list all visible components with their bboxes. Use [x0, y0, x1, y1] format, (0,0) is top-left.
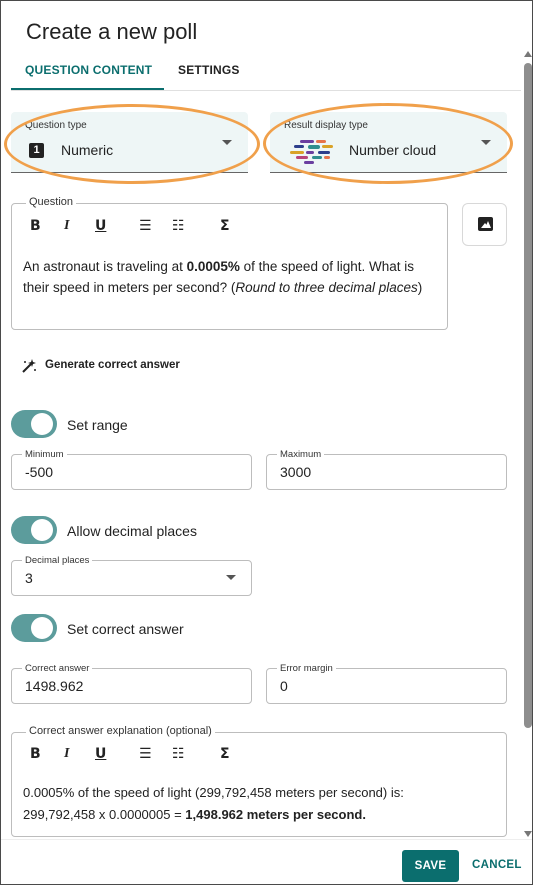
number-cloud-icon — [290, 140, 333, 164]
numbered-list-icon[interactable]: ☷ — [172, 746, 185, 762]
result-display-label: Result display type — [284, 120, 368, 131]
add-image-button[interactable] — [462, 203, 507, 246]
explanation-editor[interactable]: Correct answer explanation (optional) B … — [11, 725, 507, 837]
toggle-knob — [31, 413, 53, 435]
maximum-field[interactable]: Maximum 3000 — [266, 449, 507, 490]
decimal-places-label: Decimal places — [22, 555, 93, 566]
numbered-list-icon[interactable]: ☷ — [172, 218, 185, 234]
save-button[interactable]: SAVE — [402, 850, 459, 882]
correct-answer-value: 1498.962 — [25, 678, 84, 694]
set-range-toggle[interactable] — [11, 410, 57, 438]
question-type-value: Numeric — [61, 142, 114, 158]
question-text[interactable]: An astronaut is traveling at 0.0005% of … — [23, 256, 435, 298]
equation-icon[interactable]: Σ — [220, 218, 230, 234]
set-range-label: Set range — [67, 417, 128, 433]
bold-icon[interactable]: B — [30, 746, 41, 762]
scroll-down-arrow-icon[interactable] — [524, 831, 532, 837]
underline-icon[interactable]: U — [95, 746, 106, 762]
italic-icon[interactable]: I — [64, 218, 69, 234]
set-correct-toggle[interactable] — [11, 614, 57, 642]
minimum-label: Minimum — [22, 449, 67, 460]
error-margin-field[interactable]: Error margin 0 — [266, 663, 507, 704]
image-icon — [478, 217, 493, 231]
question-toolbar: B I U ☰ ☷ Σ — [12, 204, 447, 234]
decimal-places-select[interactable]: Decimal places 3 — [11, 555, 252, 596]
italic-icon[interactable]: I — [64, 746, 69, 762]
tab-question-content[interactable]: QUESTION CONTENT — [25, 63, 152, 77]
maximum-value: 3000 — [280, 464, 312, 480]
question-editor[interactable]: Question B I U ☰ ☷ Σ An astronaut is tra… — [11, 196, 448, 330]
minimum-field[interactable]: Minimum -500 — [11, 449, 252, 490]
poll-dialog: Create a new poll QUESTION CONTENT SETTI… — [0, 0, 533, 885]
number-1-icon: 1 — [29, 143, 44, 158]
maximum-label: Maximum — [277, 449, 325, 460]
magic-wand-icon — [22, 359, 36, 373]
tab-divider — [11, 90, 521, 91]
bulleted-list-icon[interactable]: ☰ — [139, 746, 152, 762]
question-type-select[interactable]: Question type 1 Numeric — [11, 112, 248, 173]
chevron-down-icon — [481, 140, 491, 145]
minimum-value: -500 — [25, 464, 54, 480]
equation-icon[interactable]: Σ — [220, 746, 230, 762]
error-margin-label: Error margin — [277, 663, 336, 674]
correct-answer-label: Correct answer — [22, 663, 93, 674]
result-display-value: Number cloud — [349, 142, 437, 158]
result-display-select[interactable]: Result display type Number cloud — [270, 112, 507, 173]
scroll-up-arrow-icon[interactable] — [524, 51, 532, 57]
cancel-button[interactable]: CANCEL — [472, 859, 522, 871]
allow-decimal-toggle[interactable] — [11, 516, 57, 544]
explanation-toolbar: B I U ☰ ☷ Σ — [12, 733, 506, 763]
decimal-places-value: 3 — [25, 570, 33, 586]
underline-icon[interactable]: U — [95, 218, 106, 234]
generate-answer-label: Generate correct answer — [45, 359, 180, 371]
explanation-text[interactable]: 0.0005% of the speed of light (299,792,4… — [23, 782, 503, 826]
bulleted-list-icon[interactable]: ☰ — [139, 218, 152, 234]
tab-settings[interactable]: SETTINGS — [178, 63, 240, 77]
toggle-knob — [31, 519, 53, 541]
error-margin-value: 0 — [280, 678, 288, 694]
chevron-down-icon — [222, 140, 232, 145]
allow-decimal-label: Allow decimal places — [67, 523, 197, 539]
bold-icon[interactable]: B — [30, 218, 41, 234]
question-type-label: Question type — [25, 120, 87, 131]
active-tab-indicator — [11, 88, 164, 90]
toggle-knob — [31, 617, 53, 639]
chevron-down-icon — [226, 575, 236, 580]
set-correct-label: Set correct answer — [67, 621, 184, 637]
scrollbar-thumb[interactable] — [524, 63, 532, 728]
dialog-title: Create a new poll — [26, 19, 198, 44]
correct-answer-field[interactable]: Correct answer 1498.962 — [11, 663, 252, 704]
